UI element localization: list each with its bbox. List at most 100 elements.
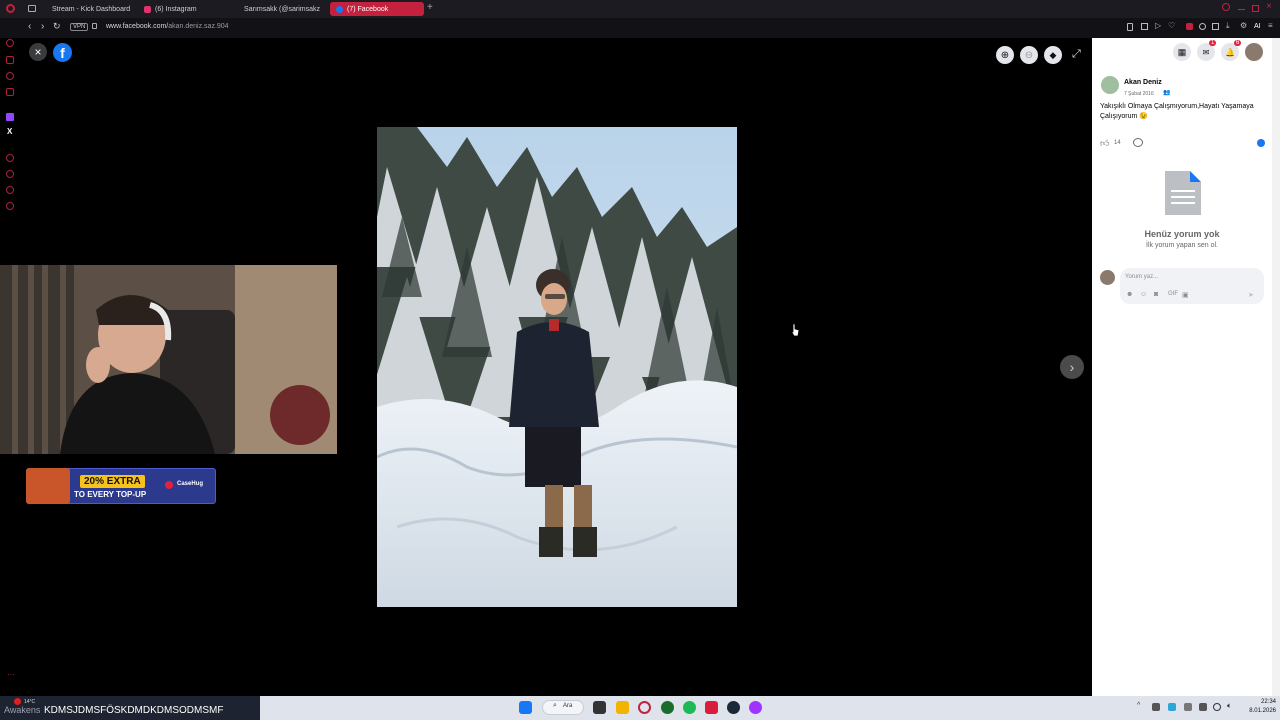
messenger-ext-icon[interactable] (1199, 23, 1206, 30)
address-bar: ‹ › ↻ VPN www.facebook.com/akan.deniz.sa… (0, 18, 1280, 38)
settings-icon[interactable]: ⚙ (1240, 21, 1247, 30)
panel-scrollbar[interactable] (1272, 38, 1280, 696)
forward-icon[interactable]: › (41, 21, 44, 32)
post-caption: Yakışıklı Olmaya Çalışmıyorum,Hayatı Yaş… (1100, 103, 1254, 120)
steam-taskbar-icon[interactable] (727, 701, 740, 714)
tab-kick-dashboard[interactable]: Stream - Kick Dashboard (42, 2, 134, 16)
vpn-badge[interactable]: VPN (70, 23, 89, 31)
post-author[interactable]: Akan Deniz (1124, 79, 1162, 86)
sidebar-clock-icon[interactable] (6, 170, 14, 178)
profile-avatar[interactable] (1245, 43, 1263, 61)
no-comments-title: Henüz yorum yok (1144, 229, 1220, 239)
menu-grid-icon[interactable]: ▦ (1173, 43, 1191, 61)
zoom-out-icon[interactable]: ⊖ (1020, 46, 1038, 64)
search-icon: ⌕ (553, 702, 557, 709)
sidebar-bookmarks-icon[interactable] (6, 186, 14, 194)
notification-dot (14, 698, 21, 705)
back-icon[interactable]: ‹ (28, 21, 31, 32)
clock-date[interactable]: 8.01.2026 (1240, 708, 1276, 714)
sidebar-settings-icon[interactable] (6, 202, 14, 210)
send-icon[interactable]: ➤ (1248, 291, 1254, 299)
promo-banner[interactable]: 20% EXTRA TO EVERY TOP-UP CaseHug (26, 468, 216, 504)
empty-document-icon (1165, 171, 1201, 215)
sidebar-aria-icon[interactable] (6, 56, 14, 64)
like-icon[interactable]: 👍︎ (1100, 138, 1109, 149)
url-text[interactable]: www.facebook.com/akan.deniz.saz.904 (106, 23, 229, 30)
no-comments-subtitle: İlk yorum yapan sen ol. (1146, 242, 1218, 249)
notifications-badge: 6 (1234, 40, 1242, 46)
tray-icon-3[interactable] (1184, 703, 1192, 711)
promo-car-image (26, 468, 70, 504)
post-photo[interactable] (377, 127, 737, 607)
messenger-badge: 1 (1209, 40, 1217, 46)
sidebar-home-icon[interactable] (6, 39, 14, 47)
volume-icon[interactable]: 🔈︎ (1227, 701, 1232, 711)
author-avatar[interactable] (1101, 76, 1119, 94)
task-view-icon[interactable] (593, 701, 606, 714)
promo-brand: CaseHug (177, 481, 204, 487)
new-tab-icon[interactable]: + (427, 2, 433, 13)
maximize-icon[interactable] (1252, 5, 1259, 12)
comment-icon[interactable] (1133, 138, 1143, 147)
snapshot-icon[interactable] (1141, 23, 1148, 30)
windows-start-icon[interactable] (519, 701, 532, 714)
cube-icon[interactable] (1212, 23, 1219, 30)
messenger-taskbar-icon[interactable] (749, 701, 762, 714)
next-photo-button[interactable]: › (1060, 355, 1084, 379)
sidebar-more-icon[interactable]: … (7, 668, 15, 677)
comment-input[interactable]: Yorum yaz... (1125, 274, 1158, 280)
fullscreen-icon[interactable]: ⤢ (1072, 48, 1081, 61)
tab-instagram[interactable]: (6) Instagram (138, 2, 230, 16)
audience-friends-icon: 👥 (1163, 90, 1171, 96)
ai-button[interactable]: AI (1254, 23, 1261, 30)
facebook-logo-icon[interactable]: f (53, 43, 72, 62)
sidebar-history-icon[interactable] (6, 154, 14, 162)
pinboard-icon[interactable] (1186, 23, 1193, 30)
app-red-taskbar-icon[interactable] (705, 701, 718, 714)
camera-icon[interactable]: ◙ (1154, 291, 1158, 298)
opera-icon[interactable] (6, 4, 15, 13)
minimize-icon[interactable] (1238, 9, 1245, 10)
post-details-panel: ▦ ✉ 1 🔔 6 Akan Deniz 7 Şubat 2016 👥 Yakı… (1092, 38, 1272, 696)
mouse-cursor-icon (790, 323, 800, 337)
close-window-icon[interactable]: × (1266, 1, 1272, 12)
gif-icon[interactable]: GIF (1168, 291, 1178, 297)
sidebar-x-icon[interactable]: X (7, 127, 12, 136)
extensions-icon[interactable] (1127, 23, 1133, 31)
tray-icon-2[interactable] (1168, 703, 1176, 711)
tray-chevron-icon[interactable]: ^ (1137, 702, 1140, 709)
sidebar-whatsapp-icon[interactable] (6, 88, 14, 96)
search-tabs-icon[interactable] (1222, 3, 1230, 11)
post-date[interactable]: 7 Şubat 2016 (1124, 91, 1154, 97)
play-icon[interactable]: ▷ (1155, 21, 1161, 30)
sticker-icon[interactable]: ▣ (1182, 291, 1189, 299)
download-icon[interactable]: ⤓ (1226, 21, 1230, 31)
menu-icon[interactable]: ≡ (1268, 21, 1273, 30)
heart-icon[interactable]: ♡ (1168, 21, 1175, 30)
sidebar-messenger-icon[interactable] (6, 72, 14, 80)
tray-icon-4[interactable] (1199, 703, 1207, 711)
zoom-in-icon[interactable]: ⊕ (996, 46, 1014, 64)
emoji-icon[interactable]: ☺ (1140, 291, 1147, 298)
spotify-taskbar-icon[interactable] (683, 701, 696, 714)
opera-taskbar-icon[interactable] (638, 701, 651, 714)
reload-icon[interactable]: ↻ (53, 21, 61, 32)
workspaces-icon[interactable] (28, 5, 36, 12)
tag-icon[interactable]: ◆ (1044, 46, 1062, 64)
avatar-sticker-icon[interactable]: ☻ (1126, 291, 1133, 298)
share-icon[interactable] (1257, 139, 1265, 147)
chrome-taskbar-icon[interactable] (661, 701, 674, 714)
webcam-feed (0, 265, 337, 454)
close-viewer-button[interactable]: × (29, 43, 47, 61)
tab-threads[interactable]: Sarımsakk (@sarimsakz (234, 2, 326, 16)
browser-tab-bar: Stream - Kick Dashboard (6) Instagram Sa… (0, 0, 1280, 18)
sidebar-twitch-icon[interactable] (6, 113, 14, 121)
tab-facebook[interactable]: (7) Facebook (330, 2, 424, 16)
wifi-icon[interactable] (1213, 703, 1221, 711)
tab-label: Sarımsakk (@sarimsakz (244, 5, 320, 13)
tray-icon-1[interactable] (1152, 703, 1160, 711)
tab-label: (7) Facebook (347, 5, 389, 13)
windows-taskbar: 14°C Awakens KDMSJDMSFÖSKDMDKDMSODMSMF ⌕… (0, 696, 1280, 720)
clock-time[interactable]: 22:34 (1246, 699, 1276, 705)
file-explorer-icon[interactable] (616, 701, 629, 714)
